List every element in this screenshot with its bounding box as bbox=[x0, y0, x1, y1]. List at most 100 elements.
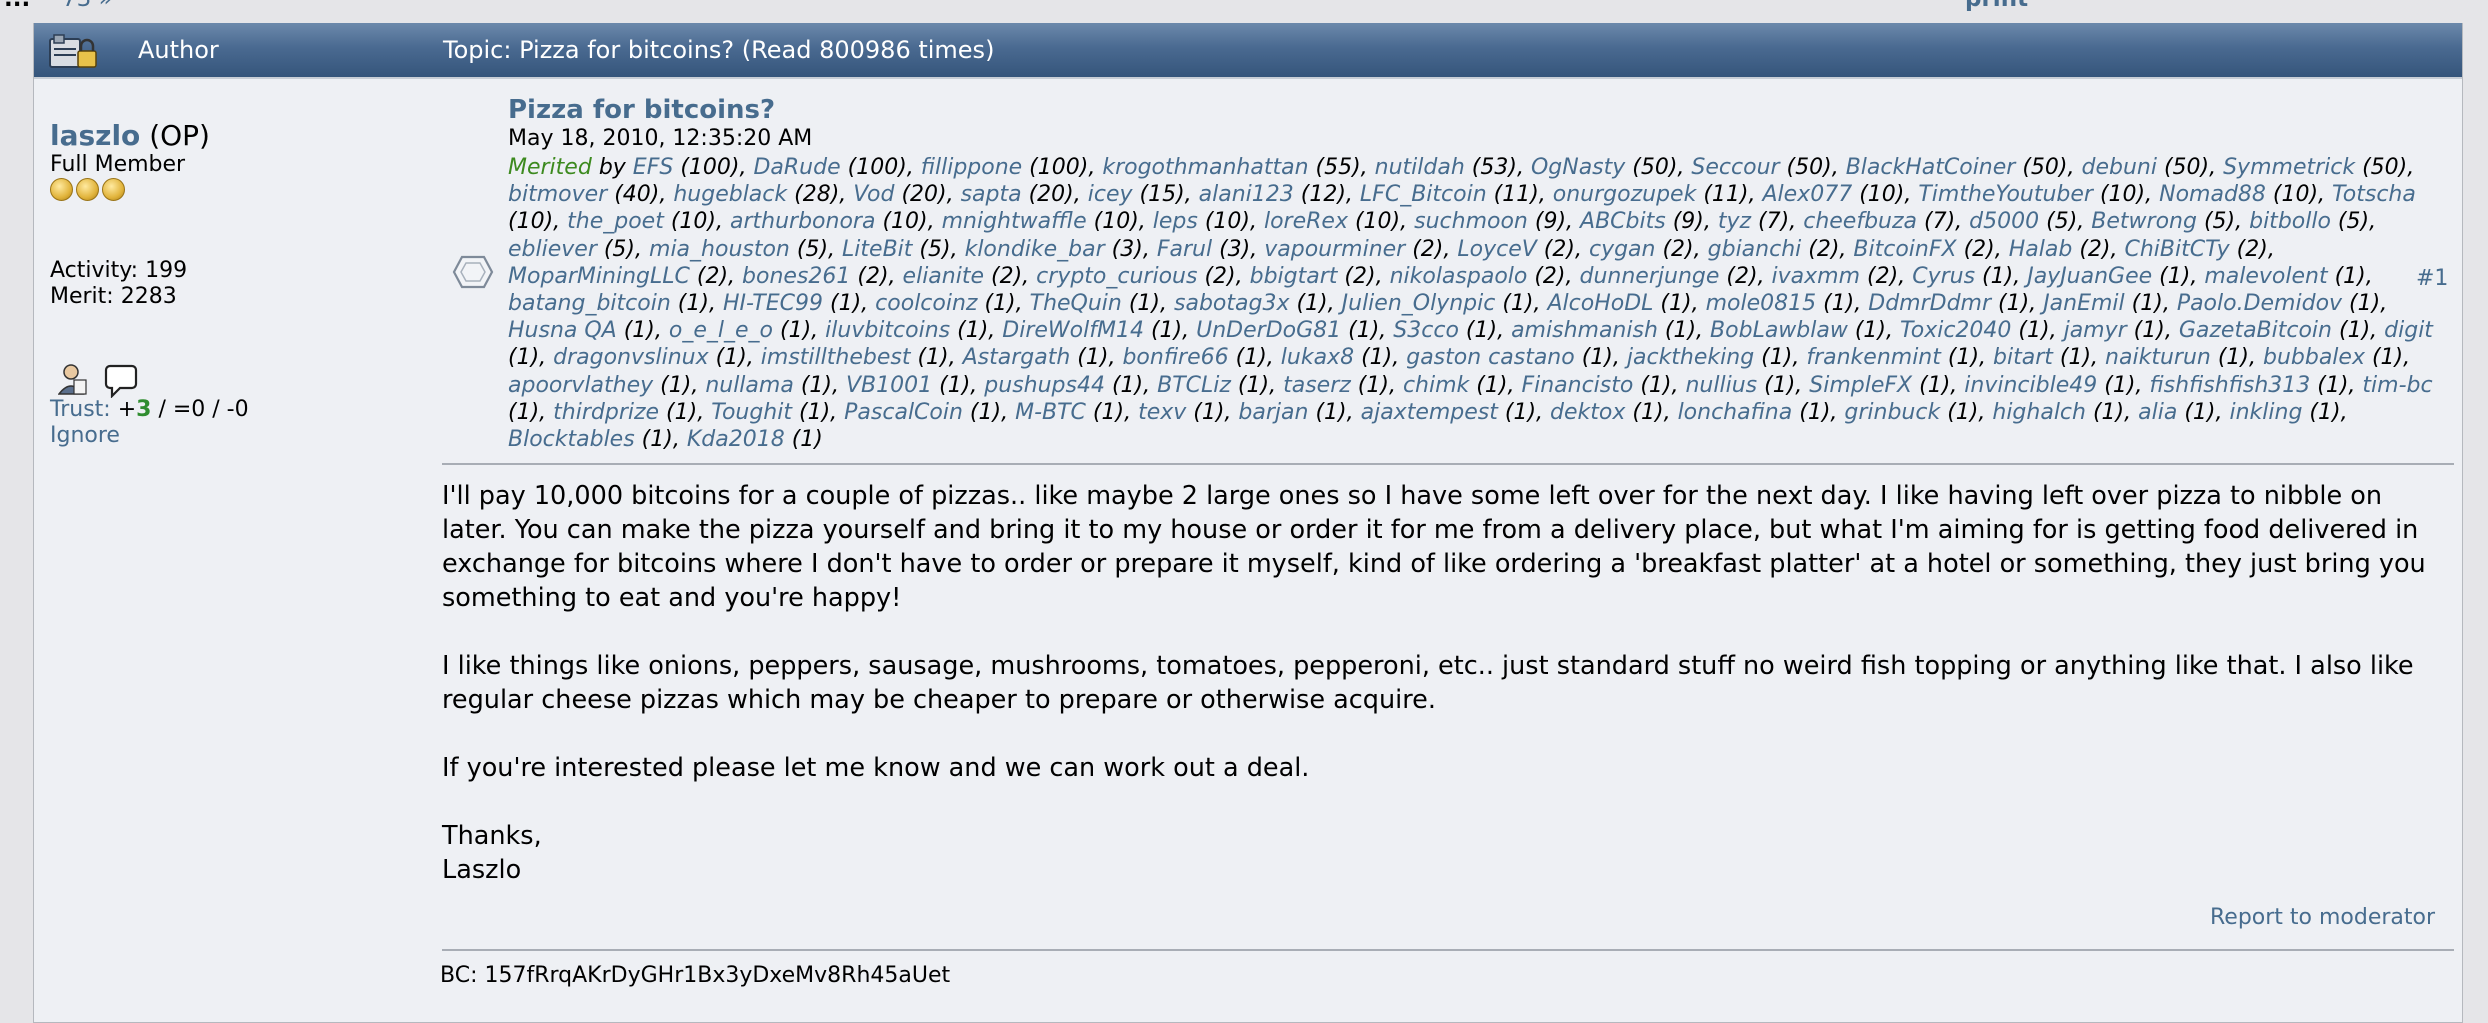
merit-user-link[interactable]: crypto_curious bbox=[1036, 264, 1197, 289]
merit-user-link[interactable]: SimpleFX bbox=[1809, 373, 1912, 398]
merit-user-link[interactable]: bitmover bbox=[508, 182, 607, 207]
merit-user-link[interactable]: barjan bbox=[1238, 400, 1308, 425]
merit-user-link[interactable]: dektox bbox=[1550, 400, 1625, 425]
merit-user-link[interactable]: Toughit bbox=[711, 400, 792, 425]
merit-user-link[interactable]: HI-TEC99 bbox=[723, 291, 823, 316]
merit-user-link[interactable]: debuni bbox=[2081, 155, 2156, 180]
merit-user-link[interactable]: gaston castano bbox=[1406, 345, 1574, 370]
merit-user-link[interactable]: nutildah bbox=[1375, 155, 1465, 180]
merit-user-link[interactable]: nikolaspaolo bbox=[1390, 264, 1528, 289]
merit-user-link[interactable]: ebliever bbox=[508, 237, 597, 262]
merit-user-link[interactable]: Astargath bbox=[963, 345, 1071, 370]
merit-user-link[interactable]: dunnerjunge bbox=[1580, 264, 1720, 289]
merit-user-link[interactable]: fillippone bbox=[921, 155, 1022, 180]
merit-user-link[interactable]: alani123 bbox=[1199, 182, 1294, 207]
merit-user-link[interactable]: JanEmil bbox=[2043, 291, 2124, 316]
merit-user-link[interactable]: cygan bbox=[1589, 237, 1656, 262]
merit-user-link[interactable]: naikturun bbox=[2105, 345, 2211, 370]
merit-user-link[interactable]: suchmoon bbox=[1414, 209, 1528, 234]
merit-user-link[interactable]: DdmrDdmr bbox=[1868, 291, 1991, 316]
merit-user-link[interactable]: Alex077 bbox=[1762, 182, 1852, 207]
merit-user-link[interactable]: tim-bc bbox=[2362, 373, 2432, 398]
merit-user-link[interactable]: BlackHatCoiner bbox=[1846, 155, 2016, 180]
merit-user-link[interactable]: chimk bbox=[1403, 373, 1469, 398]
merit-user-link[interactable]: digit bbox=[2384, 318, 2433, 343]
merit-user-link[interactable]: lonchafina bbox=[1678, 400, 1793, 425]
merit-user-link[interactable]: arthurbonora bbox=[730, 209, 875, 234]
merit-user-link[interactable]: MoparMiningLLC bbox=[508, 264, 690, 289]
merit-user-link[interactable]: bitbollo bbox=[2249, 209, 2331, 234]
merit-user-link[interactable]: thirdprize bbox=[553, 400, 659, 425]
merit-user-link[interactable]: Financisto bbox=[1521, 373, 1633, 398]
merit-user-link[interactable]: TheQuin bbox=[1030, 291, 1122, 316]
merit-user-link[interactable]: highalch bbox=[1992, 400, 2086, 425]
merit-user-link[interactable]: mole0815 bbox=[1706, 291, 1817, 316]
merit-user-link[interactable]: elianite bbox=[903, 264, 984, 289]
merit-user-link[interactable]: loreRex bbox=[1264, 209, 1348, 234]
trust-label[interactable]: Trust: bbox=[50, 397, 111, 422]
merit-user-link[interactable]: S3cco bbox=[1393, 318, 1459, 343]
merit-user-link[interactable]: BTCLiz bbox=[1157, 373, 1231, 398]
merit-user-link[interactable]: Cyrus bbox=[1912, 264, 1975, 289]
merit-user-link[interactable]: d5000 bbox=[1969, 209, 2039, 234]
merit-user-link[interactable]: jacktheking bbox=[1627, 345, 1754, 370]
merit-user-link[interactable]: bonfire66 bbox=[1122, 345, 1228, 370]
merit-user-link[interactable]: pushups44 bbox=[984, 373, 1105, 398]
merit-user-link[interactable]: bitart bbox=[1993, 345, 2053, 370]
merit-user-link[interactable]: Vod bbox=[853, 182, 894, 207]
merit-user-link[interactable]: imstillthebest bbox=[761, 345, 911, 370]
merit-user-link[interactable]: LiteBit bbox=[842, 237, 912, 262]
merit-user-link[interactable]: hugeblack bbox=[673, 182, 787, 207]
merit-user-link[interactable]: lukax8 bbox=[1281, 345, 1354, 370]
merit-user-link[interactable]: mia_houston bbox=[649, 237, 790, 262]
ignore-link[interactable]: Ignore bbox=[50, 423, 120, 448]
print-link[interactable]: print bbox=[1965, 0, 2028, 12]
poster-name[interactable]: laszlo bbox=[50, 119, 140, 152]
merit-user-link[interactable]: Julien_Olynpic bbox=[1342, 291, 1496, 316]
merit-user-link[interactable]: Halab bbox=[2009, 237, 2073, 262]
merit-user-link[interactable]: ChiBitCTy bbox=[2125, 237, 2230, 262]
merit-user-link[interactable]: dragonvslinux bbox=[553, 345, 708, 370]
merit-user-link[interactable]: Blocktables bbox=[508, 427, 635, 452]
merit-user-link[interactable]: cheefbuza bbox=[1803, 209, 1917, 234]
merit-user-link[interactable]: Kda2018 bbox=[687, 427, 785, 452]
merit-user-link[interactable]: coolcoinz bbox=[875, 291, 977, 316]
merit-user-link[interactable]: grinbuck bbox=[1844, 400, 1940, 425]
merit-user-link[interactable]: taserz bbox=[1283, 373, 1351, 398]
merit-user-link[interactable]: BobLawblaw bbox=[1710, 318, 1848, 343]
last-page-link[interactable]: 73 » bbox=[62, 0, 113, 12]
merit-user-link[interactable]: gbianchi bbox=[1708, 237, 1802, 262]
merit-user-link[interactable]: UnDerDoG81 bbox=[1196, 318, 1341, 343]
merit-user-link[interactable]: malevolent bbox=[2204, 264, 2327, 289]
merit-user-link[interactable]: OgNasty bbox=[1531, 155, 1625, 180]
merit-user-link[interactable]: Paolo.Demidov bbox=[2177, 291, 2342, 316]
merit-user-link[interactable]: Toxic2040 bbox=[1900, 318, 2011, 343]
merit-user-link[interactable]: Farul bbox=[1157, 237, 1212, 262]
merit-user-link[interactable]: icey bbox=[1088, 182, 1133, 207]
message-icon[interactable] bbox=[104, 364, 138, 398]
merit-user-link[interactable]: invincible49 bbox=[1964, 373, 2097, 398]
report-to-moderator-link[interactable]: Report to moderator bbox=[2210, 905, 2435, 930]
merit-user-link[interactable]: nullama bbox=[705, 373, 794, 398]
merit-user-link[interactable]: GazetaBitcoin bbox=[2179, 318, 2332, 343]
merit-user-link[interactable]: batang_bitcoin bbox=[508, 291, 671, 316]
merit-user-link[interactable]: frankenmint bbox=[1806, 345, 1941, 370]
merit-user-link[interactable]: Seccour bbox=[1691, 155, 1779, 180]
merit-user-link[interactable]: fishfishfish313 bbox=[2149, 373, 2310, 398]
profile-icon[interactable] bbox=[58, 364, 87, 395]
merit-user-link[interactable]: bbigtart bbox=[1250, 264, 1338, 289]
merit-user-link[interactable]: jamyr bbox=[2064, 318, 2127, 343]
merit-user-link[interactable]: Totscha bbox=[2332, 182, 2416, 207]
merit-user-link[interactable]: sapta bbox=[961, 182, 1022, 207]
merit-user-link[interactable]: tyz bbox=[1718, 209, 1751, 234]
merit-user-link[interactable]: DireWolfM14 bbox=[1002, 318, 1144, 343]
merit-user-link[interactable]: the_poet bbox=[567, 209, 664, 234]
merit-user-link[interactable]: LFC_Bitcoin bbox=[1360, 182, 1487, 207]
merit-user-link[interactable]: vapourminer bbox=[1264, 237, 1405, 262]
merit-user-link[interactable]: alia bbox=[2138, 400, 2177, 425]
merit-user-link[interactable]: sabotag3x bbox=[1174, 291, 1289, 316]
merit-user-link[interactable]: BitcoinFX bbox=[1853, 237, 1956, 262]
merit-user-link[interactable]: o_e_l_e_o bbox=[669, 318, 773, 343]
merit-user-link[interactable]: Husna QA bbox=[508, 318, 617, 343]
merit-user-link[interactable]: amishmanish bbox=[1511, 318, 1658, 343]
